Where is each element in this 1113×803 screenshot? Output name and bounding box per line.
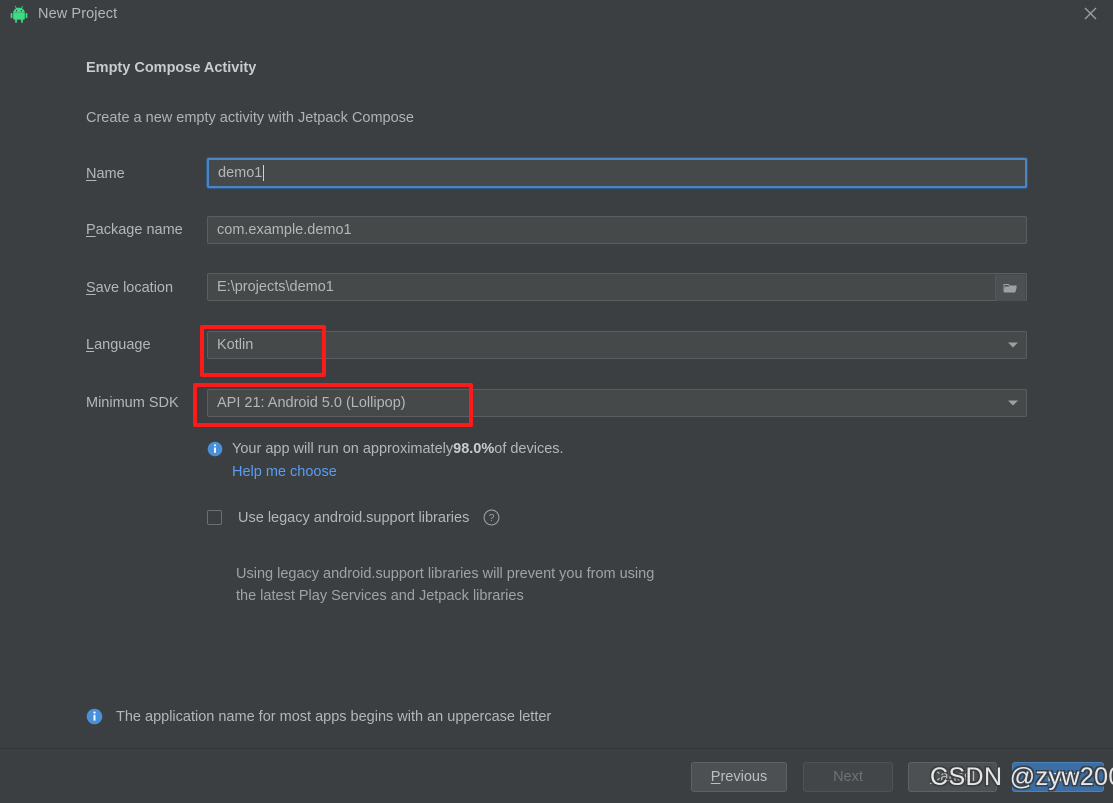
package-name-value: com.example.demo1 bbox=[217, 222, 352, 238]
save-location-value: E:\projects\demo1 bbox=[217, 279, 334, 295]
chevron-down-icon bbox=[1008, 400, 1018, 406]
minimum-sdk-label: Minimum SDK bbox=[86, 395, 179, 411]
sdk-info-prefix: Your app will run on approximately bbox=[232, 441, 454, 457]
page-subtitle: Create a new empty activity with Jetpack… bbox=[86, 110, 414, 126]
finish-button[interactable]: Finish bbox=[1012, 762, 1104, 792]
new-project-dialog: New Project Empty Compose Activity Creat… bbox=[0, 0, 1113, 803]
sdk-info-percent: 98.0% bbox=[453, 441, 495, 457]
question-mark-icon[interactable]: ? bbox=[483, 509, 500, 526]
dialog-footer: Previous Next Cancel Finish bbox=[0, 748, 1113, 803]
minimum-sdk-dropdown[interactable]: API 21: Android 5.0 (Lollipop) bbox=[207, 389, 1027, 417]
name-hint-message: The application name for most apps begin… bbox=[86, 708, 551, 725]
folder-icon bbox=[1003, 283, 1017, 292]
legacy-desc-line-2: the latest Play Services and Jetpack lib… bbox=[236, 588, 524, 604]
language-value: Kotlin bbox=[217, 337, 254, 353]
chevron-down-icon bbox=[1008, 342, 1018, 348]
legacy-desc-line-1: Using legacy android.support libraries w… bbox=[236, 566, 655, 582]
save-location-input[interactable]: E:\projects\demo1 bbox=[207, 273, 1027, 301]
title-bar: New Project bbox=[0, 0, 1113, 27]
name-hint-text: The application name for most apps begin… bbox=[116, 708, 552, 725]
svg-text:?: ? bbox=[489, 512, 495, 524]
name-input[interactable]: demo1 bbox=[207, 158, 1027, 188]
page-title: Empty Compose Activity bbox=[86, 60, 257, 76]
legacy-libraries-description: Using legacy android.support libraries w… bbox=[236, 563, 654, 607]
help-me-choose-link[interactable]: Help me choose bbox=[232, 464, 337, 480]
legacy-libraries-checkbox[interactable] bbox=[207, 510, 222, 525]
android-robot-icon bbox=[10, 5, 28, 23]
close-icon bbox=[1084, 7, 1096, 20]
browse-folder-button[interactable] bbox=[995, 275, 1025, 301]
close-button[interactable] bbox=[1067, 0, 1113, 27]
name-label: Name bbox=[86, 166, 125, 182]
legacy-libraries-label: Use legacy android.support libraries bbox=[238, 509, 470, 526]
sdk-info-suffix: of devices. bbox=[494, 441, 564, 457]
info-icon bbox=[207, 441, 223, 457]
package-name-label: Package name bbox=[86, 222, 183, 238]
package-name-input[interactable]: com.example.demo1 bbox=[207, 216, 1027, 244]
previous-button[interactable]: Previous bbox=[691, 762, 787, 792]
text-caret bbox=[263, 165, 265, 181]
legacy-libraries-row[interactable]: Use legacy android.support libraries ? bbox=[207, 509, 500, 526]
dialog-body: Empty Compose Activity Create a new empt… bbox=[0, 27, 1113, 748]
info-icon bbox=[86, 708, 103, 725]
window-title: New Project bbox=[38, 5, 118, 22]
sdk-coverage-info: Your app will run on approximately 98.0%… bbox=[207, 441, 564, 457]
cancel-button[interactable]: Cancel bbox=[908, 762, 997, 792]
language-label: Language bbox=[86, 337, 151, 353]
next-button: Next bbox=[803, 762, 893, 792]
save-location-label: Save location bbox=[86, 280, 174, 296]
language-dropdown[interactable]: Kotlin bbox=[207, 331, 1027, 359]
minimum-sdk-value: API 21: Android 5.0 (Lollipop) bbox=[217, 395, 406, 411]
name-input-value: demo1 bbox=[218, 165, 263, 181]
